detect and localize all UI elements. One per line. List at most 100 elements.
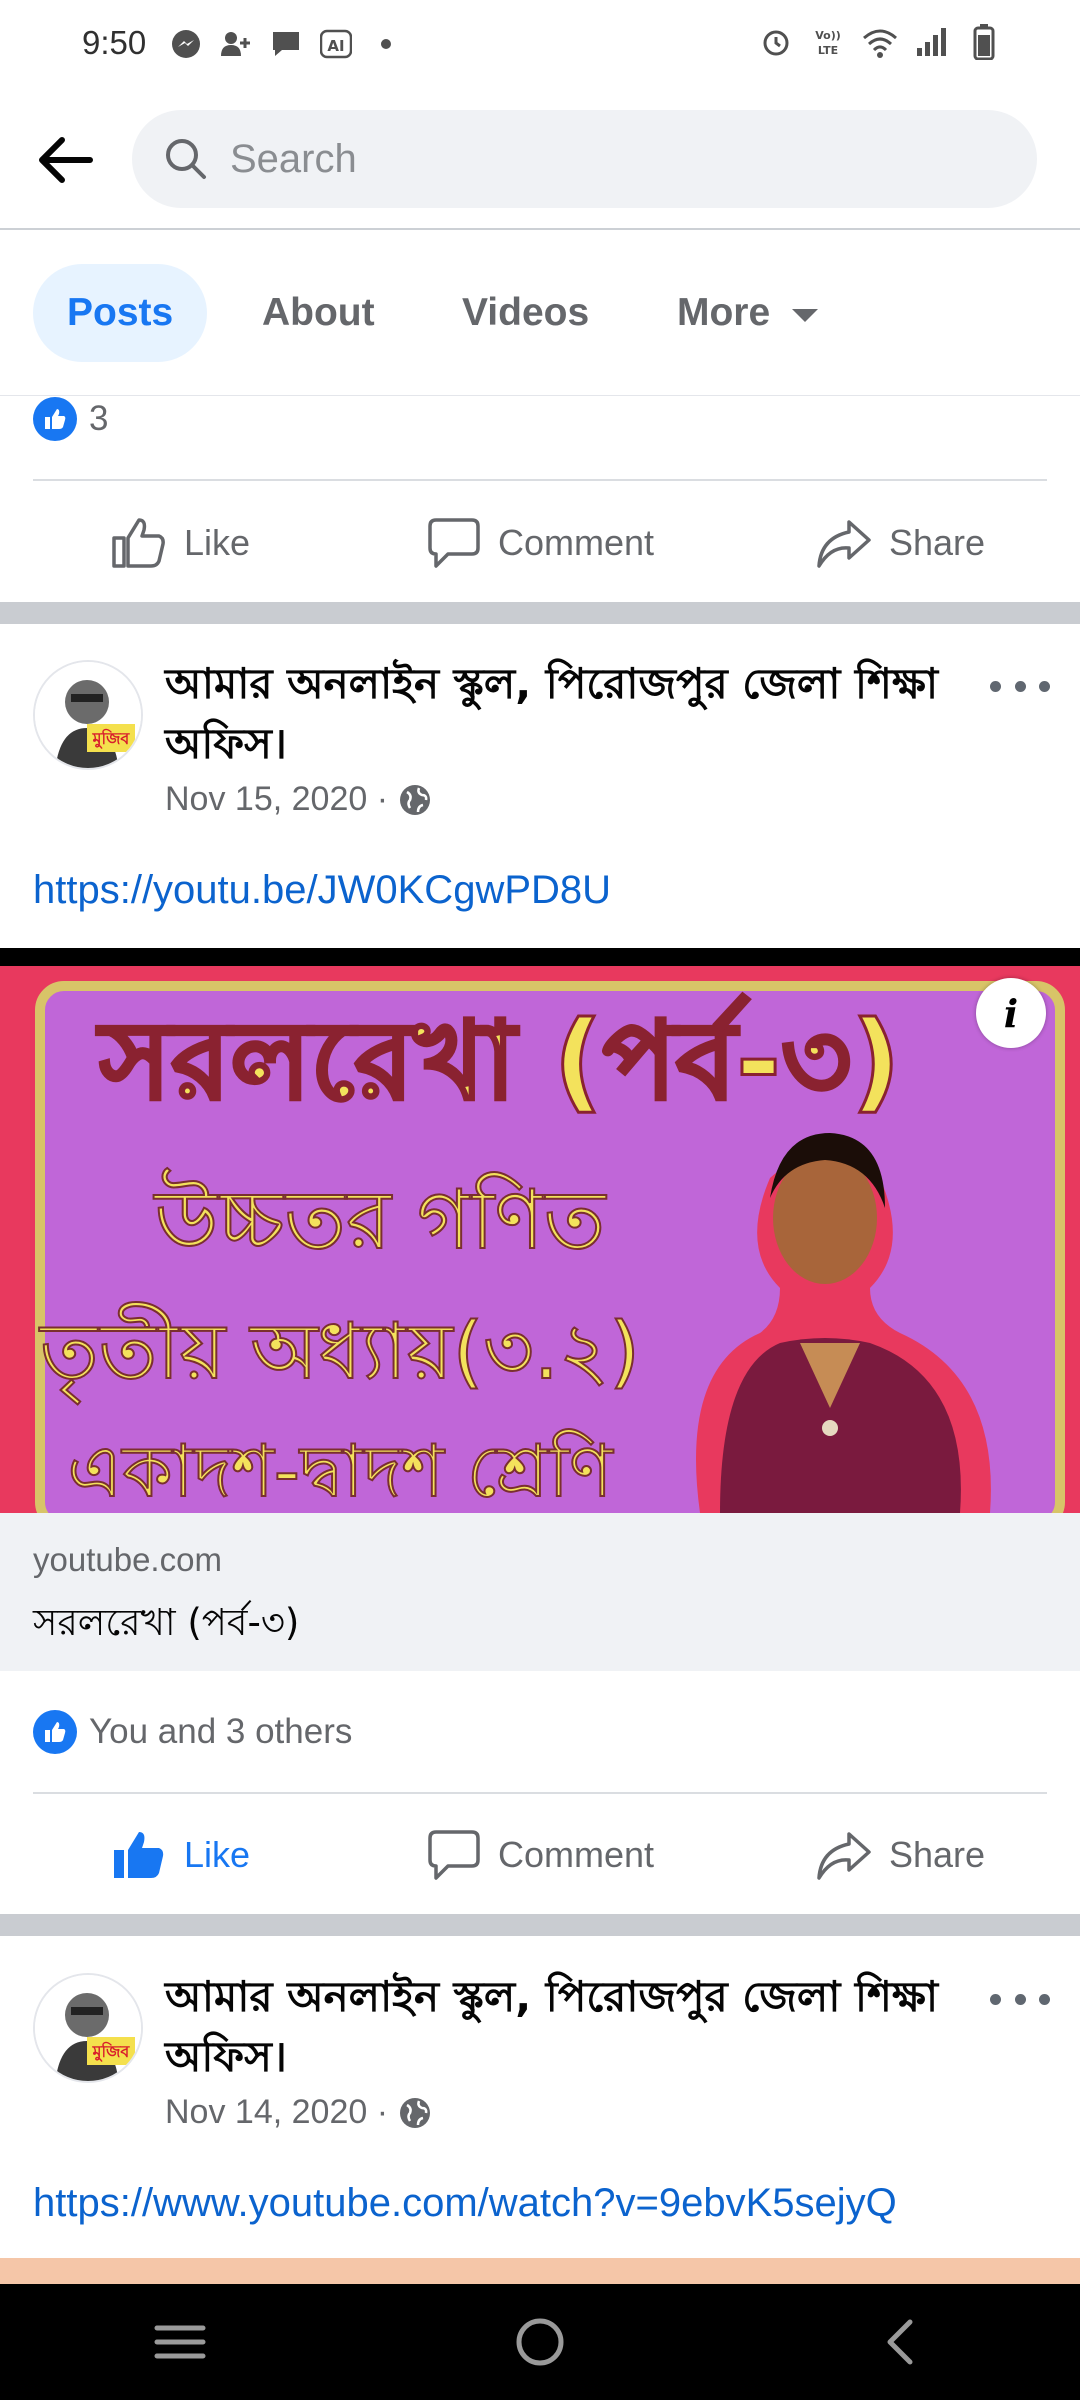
thumbnail-line-1: উচ্চতর গণিত: [153, 1168, 607, 1268]
post-reactions[interactable]: You and 3 others: [33, 1710, 352, 1754]
messenger-icon: [168, 26, 204, 62]
link-preview-image[interactable]: সরলরেখা (পর্ব-৩) উচ্চতর গণিত তৃতীয় অধ্য…: [0, 948, 1080, 1513]
page-name[interactable]: আমার অনলাইন স্কুল, পিরোজপুর জেলা শিক্ষা …: [165, 1967, 945, 2087]
like-label: Like: [183, 522, 251, 563]
tab-about[interactable]: About: [262, 264, 375, 362]
share-label: Share: [888, 1834, 986, 1875]
comment-label: Comment: [497, 522, 655, 563]
share-icon: [817, 1832, 871, 1880]
top-bar: [0, 90, 1080, 230]
share-icon: [817, 520, 871, 568]
globe-icon: [400, 784, 431, 815]
reactions-text: You and 3 others: [89, 1712, 353, 1751]
system-nav-bar: [0, 2284, 1080, 2400]
dot-icon: [368, 26, 404, 62]
chevron-left-icon: [887, 2319, 913, 2365]
post-link[interactable]: https://www.youtube.com/watch?v=9ebvK5se…: [33, 2181, 897, 2226]
comment-label: Comment: [497, 1834, 655, 1875]
preview-title: সরলরেখা (পর্ব-৩): [33, 1601, 300, 1644]
like-reaction-icon: [33, 1710, 77, 1754]
wifi-icon: [862, 24, 898, 60]
status-time: 9:50: [82, 24, 147, 61]
post-link[interactable]: https://youtu.be/JW0KCgwPD8U: [33, 868, 611, 913]
search-icon: [166, 139, 206, 179]
notification-icons: AI: [168, 26, 404, 62]
caret-down-icon: [792, 308, 819, 322]
back-arrow-icon: [39, 137, 93, 183]
like-button[interactable]: Like: [0, 488, 360, 598]
more-options-icon[interactable]: [990, 666, 1050, 706]
home-circle-icon: [516, 2318, 564, 2366]
volte-icon: Vo)) LTE: [810, 24, 846, 60]
recent-apps-button[interactable]: [0, 2284, 360, 2400]
ai-icon: AI: [318, 26, 354, 62]
reaction-count: 3: [89, 399, 109, 438]
page-logo-icon: মুজিব: [35, 662, 141, 768]
status-bar: 9:50 AI Vo)) LTE: [0, 0, 1080, 90]
tab-videos-label: Videos: [462, 291, 590, 334]
preview-domain: youtube.com: [33, 1541, 222, 1578]
thumbnail-line-2: তৃতীয় অধ্যায়(৩.২): [38, 1302, 640, 1405]
svg-text:মুজিব: মুজিব: [92, 728, 131, 749]
post-header: মুজিব আমার অনলাইন স্কুল, পিরোজপুর জেলা শ…: [0, 1972, 1080, 2143]
search-input[interactable]: [230, 136, 1010, 182]
search-bar[interactable]: [132, 110, 1037, 208]
svg-text:LTE: LTE: [818, 44, 838, 57]
page-avatar[interactable]: মুজিব: [33, 1973, 143, 2083]
comment-button[interactable]: Comment: [360, 488, 720, 598]
share-button[interactable]: Share: [720, 488, 1080, 598]
alarm-icon: [758, 24, 794, 60]
post-separator: [0, 602, 1080, 624]
system-back-button[interactable]: [720, 2284, 1080, 2400]
globe-icon: [400, 2097, 431, 2128]
menu-icon: [154, 2325, 206, 2359]
video-thumbnail: সরলরেখা (পর্ব-৩) উচ্চতর গণিত তৃতীয় অধ্য…: [0, 966, 1080, 1513]
battery-icon: [966, 24, 1002, 60]
page-logo-icon: মুজিব: [35, 1975, 141, 2081]
post-actions: Like Comment Share: [0, 1800, 1080, 1910]
page-name[interactable]: আমার অনলাইন স্কুল, পিরোজপুর জেলা শিক্ষা …: [165, 654, 945, 774]
post-meta: Nov 14, 2020 ·: [165, 2093, 432, 2132]
next-preview-edge: [0, 2258, 1080, 2284]
like-reaction-icon: [33, 397, 77, 441]
like-icon: [112, 518, 165, 568]
share-label: Share: [888, 522, 986, 563]
post-header: মুজিব আমার অনলাইন স্কুল, পিরোজপুর জেলা শ…: [0, 659, 1080, 830]
post-meta: Nov 15, 2020 ·: [165, 780, 432, 819]
add-friend-icon: [218, 26, 254, 62]
link-preview-meta[interactable]: youtube.com সরলরেখা (পর্ব-৩): [0, 1513, 1080, 1671]
home-button[interactable]: [360, 2284, 720, 2400]
page-avatar[interactable]: মুজিব: [33, 660, 143, 770]
divider: [33, 479, 1047, 481]
post-date[interactable]: Nov 15, 2020 ·: [165, 780, 388, 819]
like-button[interactable]: Like: [0, 1800, 360, 1910]
system-icons: Vo)) LTE: [758, 24, 1002, 60]
prev-post-actions: Like Comment Share: [0, 488, 1080, 598]
tab-about-label: About: [262, 291, 375, 334]
like-filled-icon: [113, 1832, 164, 1878]
back-button[interactable]: [30, 125, 100, 195]
like-label: Like: [183, 1834, 251, 1875]
tab-more[interactable]: More: [677, 264, 819, 362]
tab-posts[interactable]: Posts: [33, 264, 208, 362]
tab-more-label: More: [677, 291, 771, 334]
page-tabs: Posts About Videos More: [0, 232, 1080, 396]
post-separator: [0, 1914, 1080, 1936]
thumbnail-line-3: একাদশ-দ্বাদশ শ্রেণি: [67, 1429, 614, 1513]
chat-icon: [268, 26, 304, 62]
tab-posts-label: Posts: [67, 291, 174, 334]
post-date[interactable]: Nov 14, 2020 ·: [165, 2093, 388, 2132]
comment-icon: [428, 518, 480, 568]
info-icon[interactable]: i: [976, 978, 1046, 1048]
thumbnail-title: সরলরেখা (পর্ব-৩): [95, 994, 900, 1124]
more-options-icon[interactable]: [990, 1979, 1050, 2019]
comment-button[interactable]: Comment: [360, 1800, 720, 1910]
divider: [33, 1792, 1047, 1794]
prev-post-reactions[interactable]: 3: [33, 397, 108, 441]
svg-text:AI: AI: [327, 37, 344, 55]
signal-icon: [914, 24, 950, 60]
svg-text:মুজিব: মুজিব: [92, 2041, 131, 2062]
tab-videos[interactable]: Videos: [462, 264, 589, 362]
svg-text:Vo)): Vo)): [815, 29, 841, 42]
share-button[interactable]: Share: [720, 1800, 1080, 1910]
